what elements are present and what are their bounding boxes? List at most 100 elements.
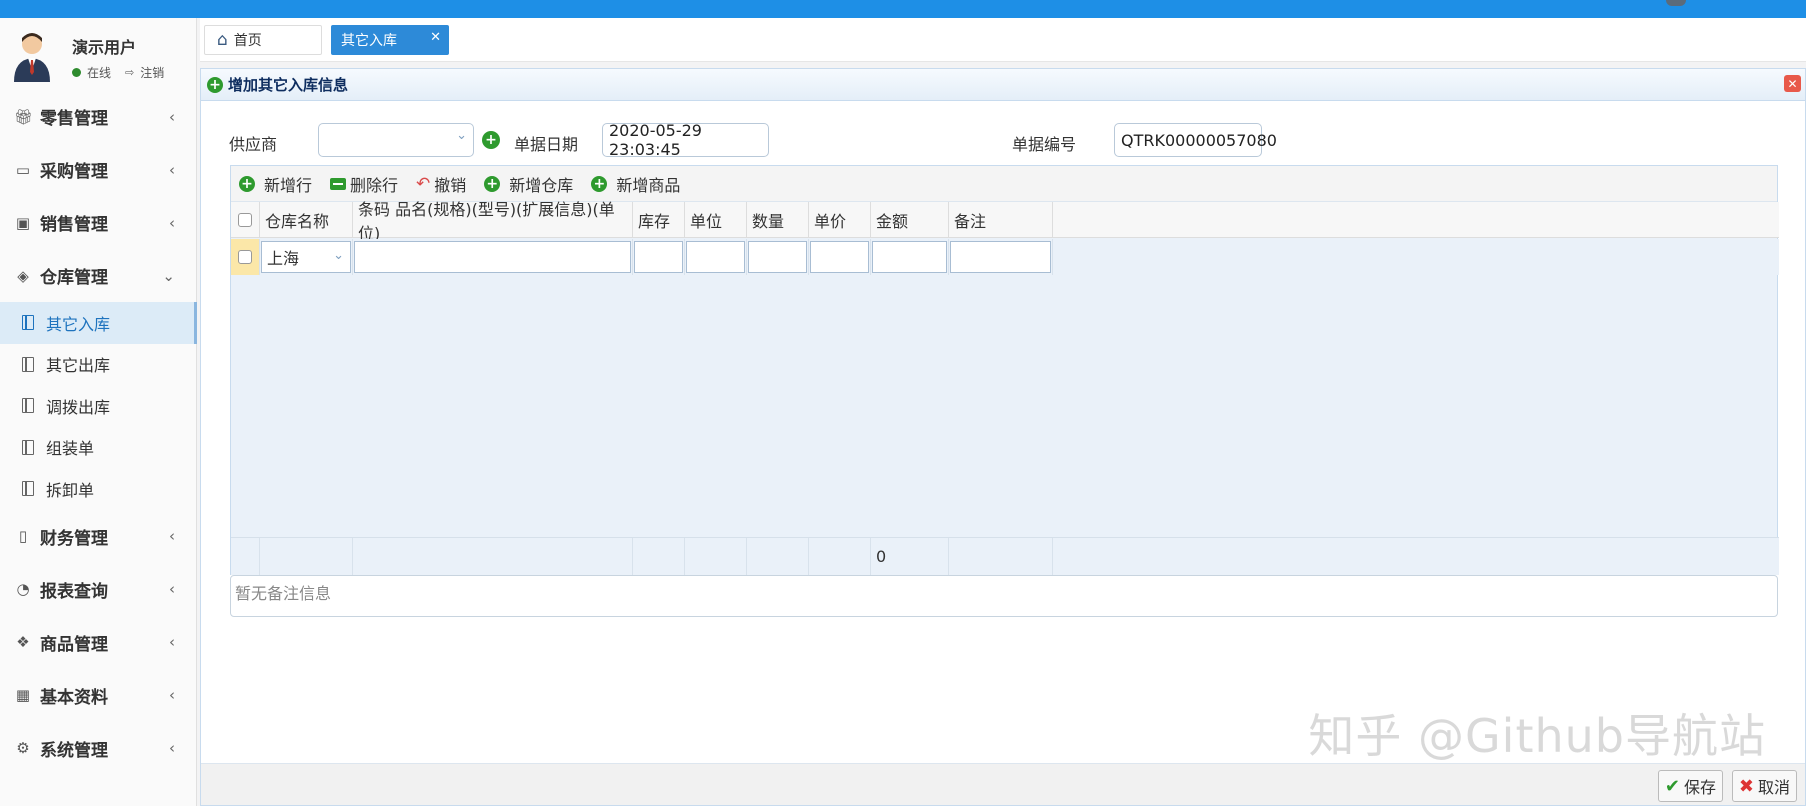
date-label: 单据日期 xyxy=(514,135,579,154)
logout-link[interactable]: 注销 xyxy=(140,64,164,81)
form-header-row: 供应商 ⌄ + 单据日期 2020-05-29 23:03:45 单据编号 QT… xyxy=(201,121,1805,159)
product-input[interactable] xyxy=(354,241,631,273)
submenu-transfer-outbound[interactable]: 调拨出库 xyxy=(0,385,197,427)
plus-icon: + xyxy=(207,76,223,93)
dropbox-icon: ❖ xyxy=(16,633,30,651)
unit-cell xyxy=(685,239,747,275)
remark-input[interactable] xyxy=(950,241,1051,273)
menu-reports-label: 报表查询 xyxy=(40,581,108,602)
undo-button[interactable]: ↶ 撤销 xyxy=(416,172,466,196)
warehouse-select[interactable]: 上海 ⌄ xyxy=(261,241,351,273)
menu-reports[interactable]: ◔ 报表查询 ‹ xyxy=(0,563,197,616)
menu-basic-label: 基本资料 xyxy=(40,687,108,708)
supplier-select[interactable]: ⌄ xyxy=(318,123,474,157)
grid-header: 仓库名称 条码 品名(规格)(型号)(扩展信息)(单位) 库存 单位 数量 单价… xyxy=(231,200,1779,243)
col-price[interactable]: 单价 xyxy=(809,202,871,237)
tab-other-inbound[interactable]: 其它入库 ✕ xyxy=(331,25,449,55)
submenu-label: 拆卸单 xyxy=(46,480,95,500)
layers-icon: ◈ xyxy=(17,266,29,285)
book-open-icon: ▯ xyxy=(18,527,28,545)
online-dot-icon xyxy=(72,68,81,77)
add-supplier-icon[interactable]: + xyxy=(482,131,500,149)
remark-cell xyxy=(949,239,1053,275)
chevron-left-icon: ‹ xyxy=(169,633,175,651)
check-icon: ✔ xyxy=(1664,775,1680,797)
menu-purchase[interactable]: ▭ 采购管理 ‹ xyxy=(0,143,197,196)
gear-icon: ⚙ xyxy=(16,739,30,757)
stock-input[interactable] xyxy=(634,241,683,273)
footer-cell xyxy=(949,538,1053,575)
col-remark[interactable]: 备注 xyxy=(949,202,1053,237)
close-icon[interactable]: ✕ xyxy=(430,30,441,45)
menu-products-label: 商品管理 xyxy=(40,634,108,655)
panel-footer: ✔ 保存 ✖ 取消 xyxy=(201,763,1805,805)
cancel-label: 取消 xyxy=(1757,778,1790,797)
panel-title: 增加其它入库信息 xyxy=(228,76,349,94)
footer-cell xyxy=(747,538,809,575)
add-product-button[interactable]: + 新增商品 xyxy=(591,172,680,196)
price-input[interactable] xyxy=(810,241,869,273)
menu-system[interactable]: ⚙ 系统管理 ‹ xyxy=(0,722,197,775)
col-unit[interactable]: 单位 xyxy=(685,202,747,237)
date-input[interactable]: 2020-05-29 23:03:45 xyxy=(602,121,769,159)
chevron-down-icon[interactable]: ⌄ xyxy=(333,248,344,263)
submenu-label: 其它入库 xyxy=(46,314,111,334)
minus-icon xyxy=(330,177,347,190)
submenu-label: 组装单 xyxy=(46,439,95,459)
remark-textarea[interactable]: 暂无备注信息 xyxy=(230,575,1778,617)
submenu-assembly[interactable]: 组装单 xyxy=(0,427,197,469)
footer-cell xyxy=(633,538,685,575)
chevron-down-icon[interactable]: ⌄ xyxy=(456,128,467,143)
row-checkbox[interactable] xyxy=(238,250,252,264)
book-icon xyxy=(22,398,34,414)
submenu-label: 调拨出库 xyxy=(46,397,111,417)
menu-products[interactable]: ❖ 商品管理 ‹ xyxy=(0,616,197,669)
footer-cell xyxy=(353,538,633,575)
user-panel: 演示用户 在线 ⇨ 注销 xyxy=(0,18,196,90)
menu-finance[interactable]: ▯ 财务管理 ‹ xyxy=(0,510,197,563)
quantity-input[interactable] xyxy=(748,241,807,273)
user-menu-icon[interactable] xyxy=(1666,0,1686,6)
chevron-left-icon: ‹ xyxy=(169,160,175,179)
tab-bar: ⌂ 首页 其它入库 ✕ xyxy=(200,18,1806,62)
select-all-checkbox[interactable] xyxy=(238,212,252,227)
menu-warehouse[interactable]: ◈ 仓库管理 ⌄ xyxy=(0,249,197,302)
save-button[interactable]: ✔ 保存 xyxy=(1657,770,1723,802)
menu-purchase-label: 采购管理 xyxy=(40,162,108,182)
menu-sales[interactable]: ▣ 销售管理 ‹ xyxy=(0,196,197,249)
tab-home[interactable]: ⌂ 首页 xyxy=(204,25,322,55)
row-select-cell xyxy=(231,239,260,275)
unit-input[interactable] xyxy=(686,241,745,273)
submenu-other-inbound[interactable]: 其它入库 xyxy=(0,302,197,344)
close-icon[interactable]: ✕ xyxy=(1784,75,1801,92)
amount-cell xyxy=(871,239,949,275)
col-quantity[interactable]: 数量 xyxy=(747,202,809,237)
amount-input[interactable] xyxy=(872,241,947,273)
top-bar xyxy=(0,0,1806,18)
chevron-left-icon: ‹ xyxy=(169,739,175,757)
date-value: 2020-05-29 23:03:45 xyxy=(609,121,702,159)
logout-icon[interactable]: ⇨ xyxy=(125,66,134,79)
submenu-other-outbound[interactable]: 其它出库 xyxy=(0,344,197,386)
cancel-button[interactable]: ✖ 取消 xyxy=(1731,770,1797,802)
stock-cell xyxy=(633,239,685,275)
delete-row-button[interactable]: 删除行 xyxy=(330,172,398,196)
add-row-button[interactable]: + 新增行 xyxy=(239,172,312,196)
col-warehouse[interactable]: 仓库名称 xyxy=(260,202,353,237)
col-stock[interactable]: 库存 xyxy=(633,202,685,237)
tab-active-label: 其它入库 xyxy=(341,33,397,49)
user-name: 演示用户 xyxy=(72,38,137,57)
col-amount[interactable]: 金额 xyxy=(871,202,949,237)
add-warehouse-button[interactable]: + 新增仓库 xyxy=(484,172,573,196)
chevron-left-icon: ‹ xyxy=(169,580,175,598)
menu-basic[interactable]: ▦ 基本资料 ‹ xyxy=(0,669,197,722)
add-product-label: 新增商品 xyxy=(616,175,681,195)
menu-retail[interactable]: 🎁︎ 零售管理 ‹ xyxy=(0,90,197,143)
number-input[interactable]: QTRK00000057080 xyxy=(1114,123,1277,157)
warehouse-submenu: 其它入库 其它出库 调拨出库 组装单 拆卸单 xyxy=(0,302,197,510)
col-product[interactable]: 条码 品名(规格)(型号)(扩展信息)(单位) xyxy=(353,200,633,243)
watermark: 知乎 @Github导航站 xyxy=(1308,709,1766,763)
plus-icon: + xyxy=(484,175,501,192)
undo-label: 撤销 xyxy=(434,175,467,195)
submenu-disassembly[interactable]: 拆卸单 xyxy=(0,468,197,510)
